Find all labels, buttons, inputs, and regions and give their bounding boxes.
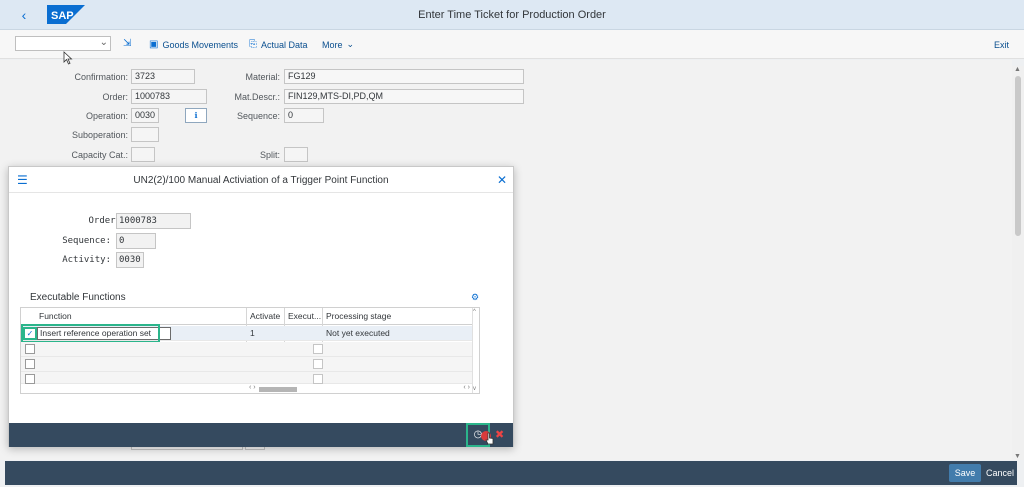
executed-checkbox[interactable] — [313, 344, 323, 354]
operation-label: Operation: — [85, 111, 128, 121]
dialog-header: ☰ UN2(2)/100 Manual Activiation of a Tri… — [9, 167, 513, 193]
material-field[interactable]: FG129 — [284, 69, 524, 84]
operation-field[interactable]: 0030 — [131, 108, 159, 123]
dialog-activity-field[interactable]: 0030 — [116, 252, 144, 268]
table-row[interactable] — [21, 342, 472, 357]
table-horizontal-scrollbar[interactable]: ‹ › ‹ › — [247, 384, 472, 393]
close-icon[interactable]: ✕ — [497, 173, 507, 187]
scrollbar-thumb[interactable] — [1015, 76, 1021, 236]
order-field[interactable]: 1000783 — [131, 89, 207, 104]
scroll-down-icon[interactable]: ▼ — [1014, 453, 1021, 460]
actual-data-icon: ⎘ — [249, 39, 257, 50]
table-vertical-scrollbar[interactable]: ^ v — [472, 308, 480, 393]
sequence-field[interactable]: 0 — [284, 108, 324, 123]
dialog-order-field[interactable]: 1000783 — [116, 213, 191, 229]
page-scrollbar[interactable]: ▲ ▼ — [1012, 66, 1024, 460]
save-draft-icon[interactable]: ⇲ — [123, 38, 131, 49]
dialog-activity-label: Activity: — [62, 255, 111, 265]
material-description-label: Mat.Descr.: — [234, 92, 280, 102]
row-checkbox[interactable] — [25, 374, 35, 384]
material-description-field[interactable]: FIN129,MTS-DI,PD,QM — [284, 89, 524, 104]
confirmation-label: Confirmation: — [74, 72, 128, 82]
scroll-up-icon[interactable]: ▲ — [1014, 66, 1021, 73]
footer-bar: Save Cancel — [5, 461, 1017, 485]
goods-movements-icon: ▣ — [149, 39, 159, 50]
capacity-category-field[interactable] — [131, 147, 155, 162]
scroll-down-icon[interactable]: v — [473, 386, 476, 392]
section-title: Executable Functions — [30, 292, 126, 303]
material-label: Material: — [245, 72, 280, 82]
actual-data-button[interactable]: ⎘ Actual Data — [249, 38, 308, 51]
order-label: Order: — [102, 92, 128, 102]
hand-cursor-icon — [485, 432, 494, 445]
scroll-left-icon[interactable]: ‹ › — [249, 384, 256, 391]
dialog-order-label: Order: — [88, 216, 121, 226]
shell-bar: ‹ SAP Enter Time Ticket for Production O… — [0, 0, 1024, 30]
command-field[interactable]: ⌄ — [15, 36, 111, 51]
dialog-footer: ◷ ✖ — [9, 423, 513, 447]
column-header-function[interactable]: Function — [36, 308, 247, 325]
column-header-executed[interactable]: Execut... — [285, 308, 323, 325]
split-field[interactable] — [284, 147, 308, 162]
dialog-sequence-field[interactable]: 0 — [116, 233, 156, 249]
chevron-down-icon: ⌄ — [346, 39, 355, 49]
confirmation-field[interactable]: 3723 — [131, 69, 195, 84]
goods-movements-button[interactable]: ▣ Goods Movements — [149, 38, 238, 51]
scrollbar-thumb[interactable] — [259, 387, 297, 392]
activate-cell: 1 — [250, 328, 255, 338]
scroll-right-icon[interactable]: ‹ › — [463, 384, 470, 391]
capacity-category-label: Capacity Cat.: — [71, 150, 128, 160]
trigger-point-dialog: ☰ UN2(2)/100 Manual Activiation of a Tri… — [8, 166, 514, 447]
more-menu[interactable]: More ⌄ — [322, 38, 354, 51]
settings-icon[interactable]: ⚙ — [471, 292, 479, 303]
column-header-processing-stage[interactable]: Processing stage — [323, 308, 472, 325]
scroll-up-icon[interactable]: ^ — [473, 309, 476, 315]
table-row[interactable] — [21, 357, 472, 372]
suboperation-label: Suboperation: — [71, 130, 128, 140]
actual-data-label: Actual Data — [261, 39, 308, 50]
suboperation-field[interactable] — [131, 127, 159, 142]
row-checkbox[interactable] — [25, 359, 35, 369]
chevron-down-icon[interactable]: ⌄ — [100, 37, 108, 48]
dialog-sequence-label: Sequence: — [62, 236, 111, 246]
executed-checkbox[interactable] — [313, 374, 323, 384]
processing-stage-cell: Not yet executed — [326, 328, 390, 338]
focus-highlight — [21, 324, 160, 343]
cancel-button[interactable]: Cancel — [983, 464, 1017, 482]
table-row[interactable] — [21, 372, 472, 384]
page-title: Enter Time Ticket for Production Order — [418, 9, 606, 21]
column-header-activate[interactable]: Activate — [247, 308, 285, 325]
exit-button[interactable]: Exit — [994, 38, 1009, 51]
executable-functions-table: Function Activate Execut... Processing s… — [20, 307, 480, 394]
executed-checkbox[interactable] — [313, 359, 323, 369]
row-checkbox[interactable] — [25, 344, 35, 354]
toolbar: ⌄ ⇲ ▣ Goods Movements ⎘ Actual Data More… — [0, 30, 1024, 59]
cancel-icon[interactable]: ✖ — [495, 428, 504, 441]
sequence-label: Sequence: — [236, 111, 280, 121]
save-button[interactable]: Save — [949, 464, 981, 482]
goods-movements-label: Goods Movements — [162, 39, 238, 50]
mouse-cursor-icon — [63, 51, 73, 65]
split-label: Split: — [259, 150, 280, 160]
more-label: More — [322, 39, 343, 50]
dialog-title: UN2(2)/100 Manual Activiation of a Trigg… — [133, 175, 389, 186]
